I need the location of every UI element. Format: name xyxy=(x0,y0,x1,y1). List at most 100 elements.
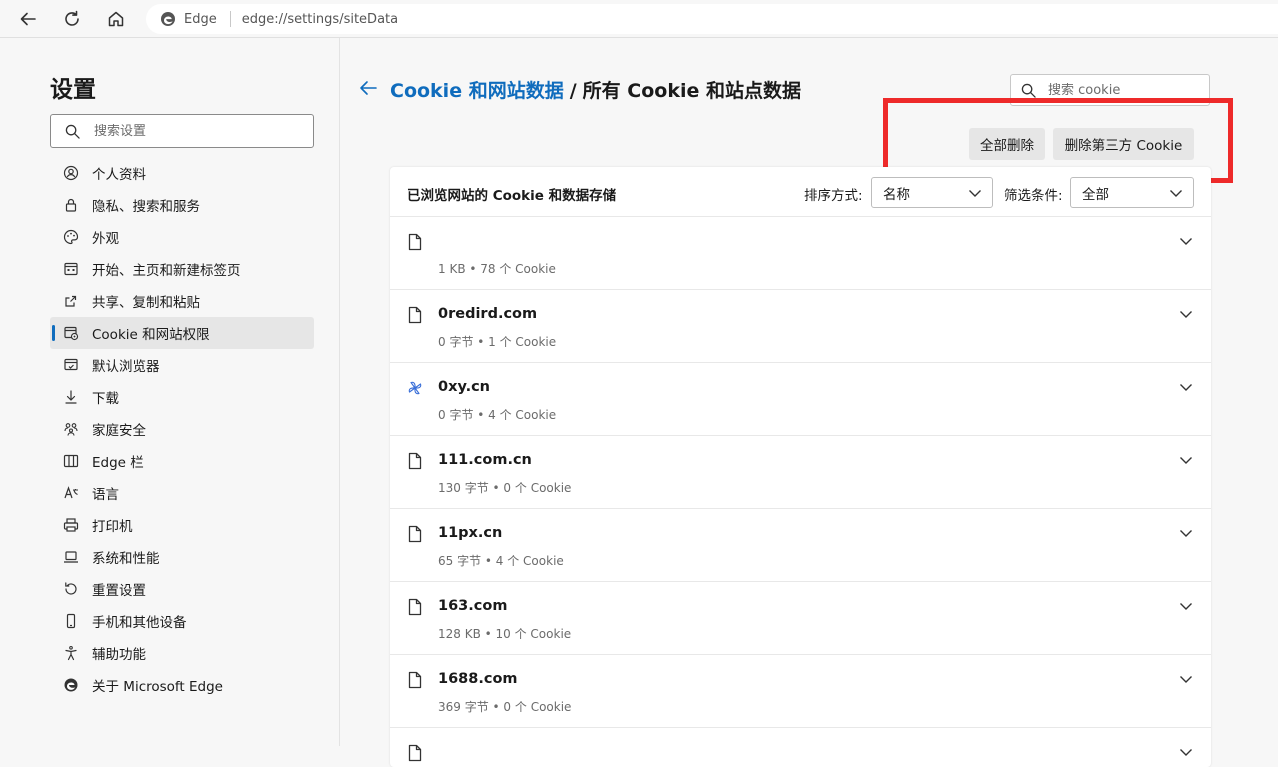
settings-search[interactable] xyxy=(50,114,314,148)
sidebar-item[interactable]: 下载 xyxy=(50,381,314,413)
chevron-down-icon xyxy=(969,190,981,197)
sidebar-item[interactable]: 重置设置 xyxy=(50,573,314,605)
sidebar-item-label: 外观 xyxy=(92,231,119,247)
lock-icon xyxy=(65,198,77,212)
site-name: 0redird.com xyxy=(438,306,538,322)
default-browser-icon xyxy=(64,358,78,371)
search-icon xyxy=(1021,83,1036,98)
sidebar-item-label: 手机和其他设备 xyxy=(92,615,187,631)
sidebar-item-label: Cookie 和网站权限 xyxy=(92,327,210,343)
settings-title: 设置 xyxy=(50,77,96,103)
site-row[interactable] xyxy=(390,728,1211,767)
site-row[interactable]: 0xy.cn 0 字节 • 4 个 Cookie xyxy=(390,363,1211,436)
site-row[interactable]: 1 KB • 78 个 Cookie xyxy=(390,217,1211,290)
site-name: 1688.com xyxy=(438,671,518,687)
settings-menu: 个人资料隐私、搜索和服务 外观开始、主页和新建标签页 共享、复制和粘贴 Cookie … xyxy=(50,157,314,701)
sort-value: 名称 xyxy=(883,186,910,203)
chevron-down-icon[interactable] xyxy=(1179,235,1193,247)
profile-icon xyxy=(63,165,79,181)
sidebar-item[interactable]: Cookie 和网站权限 xyxy=(50,317,314,349)
breadcrumb-separator: / xyxy=(569,80,577,102)
site-row[interactable]: 0redird.com 0 字节 • 1 个 Cookie xyxy=(390,290,1211,363)
download-icon xyxy=(65,390,77,404)
site-name: 11px.cn xyxy=(438,525,503,541)
breadcrumb-link[interactable]: Cookie 和网站数据 xyxy=(390,80,564,102)
sidebar-item[interactable]: 外观 xyxy=(50,221,314,253)
home-icon xyxy=(108,11,124,27)
address-separator xyxy=(229,11,231,27)
site-data-panel: 已浏览网站的 Cookie 和数据存储 排序方式: 名称 筛选条件: 全部 1 … xyxy=(390,167,1211,767)
refresh-button[interactable] xyxy=(58,5,86,33)
sidebar-item[interactable]: 开始、主页和新建标签页 xyxy=(50,253,314,285)
chevron-down-icon[interactable] xyxy=(1179,308,1193,320)
sidebar-item-label: 辅助功能 xyxy=(92,647,146,663)
language-icon xyxy=(64,486,78,499)
cookie-search-input[interactable] xyxy=(1048,82,1198,98)
chevron-down-icon[interactable] xyxy=(1179,381,1193,393)
sidebar-item[interactable]: 辅助功能 xyxy=(50,637,314,669)
back-button[interactable] xyxy=(14,5,42,33)
palette-icon xyxy=(63,229,79,245)
file-icon xyxy=(408,671,422,689)
url-text[interactable]: edge://settings/siteData xyxy=(242,12,398,27)
sidebar-item-label: 默认浏览器 xyxy=(92,359,160,375)
file-icon xyxy=(408,233,422,251)
sidebar-item[interactable]: 默认浏览器 xyxy=(50,349,314,381)
chevron-down-icon xyxy=(1170,190,1182,197)
site-storage-info: 369 字节 • 0 个 Cookie xyxy=(438,700,572,714)
back-arrow-icon[interactable] xyxy=(358,78,378,98)
sidebar-item-label: 开始、主页和新建标签页 xyxy=(92,263,241,279)
site-label: Edge xyxy=(184,11,217,27)
sidebar-item-label: 隐私、搜索和服务 xyxy=(92,199,200,215)
sidebar-item[interactable]: 个人资料 xyxy=(50,157,314,189)
chevron-down-icon[interactable] xyxy=(1179,746,1193,758)
home-button[interactable] xyxy=(102,5,130,33)
share-icon xyxy=(65,295,77,307)
site-storage-info: 0 字节 • 1 个 Cookie xyxy=(438,335,557,349)
sidebar-item-label: Edge 栏 xyxy=(92,455,144,471)
sidebar-item-label: 关于 Microsoft Edge xyxy=(92,679,223,695)
edge-logo-icon xyxy=(64,678,78,692)
site-row[interactable]: 11px.cn 65 字节 • 4 个 Cookie xyxy=(390,509,1211,582)
site-storage-info: 1 KB • 78 个 Cookie xyxy=(438,262,556,276)
sidebar-item[interactable]: 手机和其他设备 xyxy=(50,605,314,637)
filter-dropdown[interactable]: 全部 xyxy=(1070,177,1194,208)
sidebar-item[interactable]: 隐私、搜索和服务 xyxy=(50,189,314,221)
site-row[interactable]: 111.com.cn 130 字节 • 0 个 Cookie xyxy=(390,436,1211,509)
chevron-down-icon[interactable] xyxy=(1179,527,1193,539)
sidebar-item-label: 打印机 xyxy=(92,519,133,535)
settings-search-input[interactable] xyxy=(94,123,294,139)
laptop-icon xyxy=(64,551,78,563)
sidebar-item-label: 共享、复制和粘贴 xyxy=(92,295,200,311)
sidebar-item[interactable]: 关于 Microsoft Edge xyxy=(50,669,314,701)
back-arrow-icon xyxy=(20,12,36,26)
site-row[interactable]: 163.com 128 KB • 10 个 Cookie xyxy=(390,582,1211,655)
site-storage-info: 128 KB • 10 个 Cookie xyxy=(438,627,572,641)
site-storage-info: 65 字节 • 4 个 Cookie xyxy=(438,554,564,568)
sidebar-item[interactable]: 共享、复制和粘贴 xyxy=(50,285,314,317)
edge-logo-icon xyxy=(161,12,175,26)
family-icon xyxy=(64,423,78,436)
sidebar-item-label: 家庭安全 xyxy=(92,423,146,439)
chevron-down-icon[interactable] xyxy=(1179,673,1193,685)
accessibility-icon xyxy=(65,645,77,661)
printer-icon xyxy=(63,518,79,532)
chevron-down-icon[interactable] xyxy=(1179,454,1193,466)
site-storage-info: 130 字节 • 0 个 Cookie xyxy=(438,481,572,495)
sort-dropdown[interactable]: 名称 xyxy=(871,177,993,208)
filter-label: 筛选条件: xyxy=(1004,188,1063,204)
site-permissions-icon xyxy=(64,326,79,341)
settings-sidebar: 设置 个人资料隐私、搜索和服务外观开始、主页和新建标签页共享、复制和粘贴 Cook… xyxy=(0,38,340,746)
sidebar-item[interactable]: Edge 栏 xyxy=(50,445,314,477)
sidebar-item[interactable]: 语言 xyxy=(50,477,314,509)
sidebar-item[interactable]: 系统和性能 xyxy=(50,541,314,573)
file-icon xyxy=(408,525,422,543)
search-icon xyxy=(65,124,80,139)
sidebar-item[interactable]: 家庭安全 xyxy=(50,413,314,445)
chevron-down-icon[interactable] xyxy=(1179,600,1193,612)
sidebar-item[interactable]: 打印机 xyxy=(50,509,314,541)
site-row[interactable]: 1688.com 369 字节 • 0 个 Cookie xyxy=(390,655,1211,728)
sidebar-item-label: 系统和性能 xyxy=(92,551,160,567)
address-bar[interactable]: Edge edge://settings/siteData xyxy=(146,4,1278,34)
panel-header: 已浏览网站的 Cookie 和数据存储 排序方式: 名称 筛选条件: 全部 xyxy=(390,167,1211,217)
